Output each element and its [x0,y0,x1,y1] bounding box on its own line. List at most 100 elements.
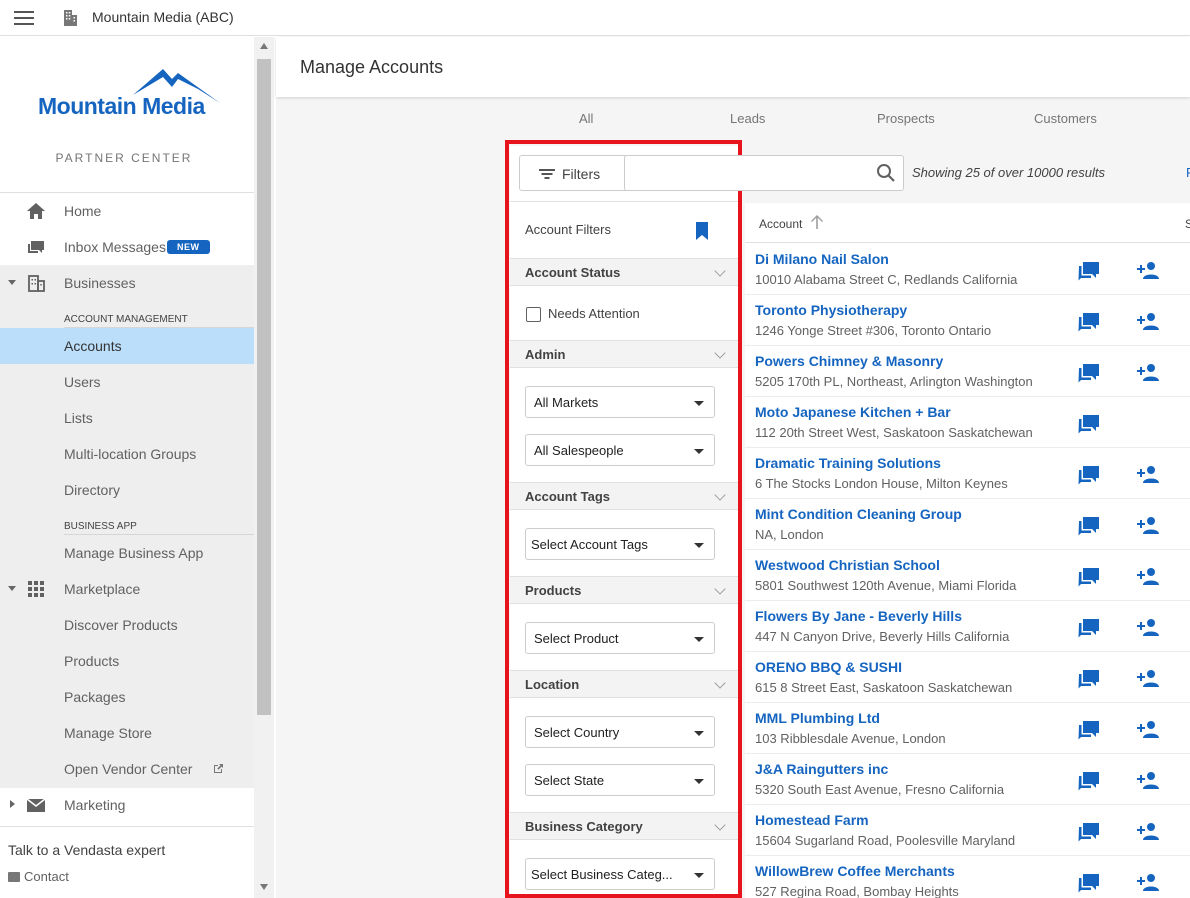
message-icon[interactable] [1078,872,1100,894]
tab-all[interactable]: All [579,111,593,126]
sidebar-item-open-vendor-center[interactable]: Open Vendor Center [0,751,254,787]
filters-button[interactable]: Filters [519,155,629,191]
bookmark-icon[interactable] [695,222,709,240]
message-icon[interactable] [1078,719,1100,741]
account-name-link[interactable]: Homestead Farm [755,812,869,828]
account-name-link[interactable]: Flowers By Jane - Beverly Hills [755,608,962,624]
section-business-category[interactable]: Business Category [510,812,738,840]
message-icon[interactable] [1078,311,1100,333]
nav-label: Users [64,374,101,390]
tab-prospects[interactable]: Prospects [877,111,935,126]
sidebar-item-businesses[interactable]: Businesses [0,265,254,301]
tab-customers[interactable]: Customers [1034,111,1097,126]
nav-label: Inbox Messages [64,239,166,255]
contact-link[interactable]: Contact [8,869,69,884]
account-name-link[interactable]: Moto Japanese Kitchen + Bar [755,404,951,420]
sidebar-item-lists[interactable]: Lists [0,400,254,436]
account-name-link[interactable]: Powers Chimney & Masonry [755,353,943,369]
scroll-down-icon[interactable] [260,884,268,890]
message-icon[interactable] [1078,464,1100,486]
tab-leads[interactable]: Leads [730,111,765,126]
message-icon[interactable] [1078,515,1100,537]
scrollbar-thumb[interactable] [257,59,271,715]
state-select[interactable]: Select State [525,764,715,796]
sidebar-item-marketing[interactable]: Marketing [0,787,254,823]
add-user-icon[interactable] [1136,821,1160,841]
search-box[interactable] [624,155,904,191]
message-icon[interactable] [1078,362,1100,384]
main-header: Manage Accounts [276,37,1190,97]
sidebar-item-multi-location-groups[interactable]: Multi-location Groups [0,436,254,472]
account-name-link[interactable]: Westwood Christian School [755,557,940,573]
account-name-link[interactable]: Mint Condition Cleaning Group [755,506,962,522]
markets-select[interactable]: All Markets [525,386,715,418]
add-user-icon[interactable] [1136,311,1160,331]
partial-link[interactable]: F [1186,165,1190,180]
section-account-tags[interactable]: Account Tags [510,482,738,510]
add-user-icon[interactable] [1136,719,1160,739]
product-select[interactable]: Select Product [525,622,715,654]
message-icon[interactable] [1078,617,1100,639]
account-name-link[interactable]: Toronto Physiotherapy [755,302,907,318]
country-select[interactable]: Select Country [525,716,715,748]
salespeople-select[interactable]: All Salespeople [525,434,715,466]
section-products[interactable]: Products [510,576,738,604]
account-name-link[interactable]: ORENO BBQ & SUSHI [755,659,902,675]
account-address: 615 8 Street East, Saskatoon Saskatchewa… [755,680,1013,695]
account-name-link[interactable]: WillowBrew Coffee Merchants [755,863,955,879]
add-user-icon[interactable] [1136,464,1160,484]
add-user-icon[interactable] [1136,260,1160,280]
sidebar-item-home[interactable]: Home [0,193,254,229]
scroll-up-icon[interactable] [260,43,268,49]
column-header-account[interactable]: Account [759,217,802,231]
account-tags-select[interactable]: Select Account Tags [525,528,715,560]
sidebar-item-discover-products[interactable]: Discover Products [0,607,254,643]
divider [510,201,738,202]
talk-to-expert-link[interactable]: Talk to a Vendasta expert [8,842,165,858]
search-icon[interactable] [876,163,896,183]
account-name-link[interactable]: Dramatic Training Solutions [755,455,941,471]
sidebar-scrollbar[interactable] [254,37,274,898]
caret-down-icon [8,280,16,285]
add-user-icon[interactable] [1136,362,1160,382]
table-row: J&A Raingutters inc 5320 South East Aven… [745,754,1190,805]
account-address: 10010 Alabama Street C, Redlands Califor… [755,272,1018,287]
add-user-icon[interactable] [1136,872,1160,892]
message-icon[interactable] [1078,260,1100,282]
account-name-link[interactable]: J&A Raingutters inc [755,761,888,777]
needs-attention-checkbox[interactable] [526,307,541,322]
sidebar-item-users[interactable]: Users [0,364,254,400]
menu-icon[interactable] [14,11,34,25]
add-user-icon[interactable] [1136,566,1160,586]
sidebar-item-accounts[interactable]: Accounts [0,328,254,364]
section-admin[interactable]: Admin [510,340,738,368]
search-input[interactable] [631,162,861,184]
business-category-select[interactable]: Select Business Categ... [525,858,715,890]
org-title[interactable]: Mountain Media (ABC) [92,9,234,25]
sidebar-item-products[interactable]: Products [0,643,254,679]
message-icon[interactable] [1078,821,1100,843]
add-user-icon[interactable] [1136,515,1160,535]
add-user-icon[interactable] [1136,617,1160,637]
section-account-status[interactable]: Account Status [510,258,738,286]
section-location[interactable]: Location [510,670,738,698]
message-icon[interactable] [1078,668,1100,690]
column-header-partial[interactable]: S [1185,217,1190,231]
section-title: Location [525,677,580,692]
sidebar-item-inbox[interactable]: Inbox Messages NEW [0,229,254,265]
account-name-link[interactable]: Di Milano Nail Salon [755,251,889,267]
sidebar-item-packages[interactable]: Packages [0,679,254,715]
sidebar-item-manage-business-app[interactable]: Manage Business App [0,535,254,571]
sidebar-item-marketplace[interactable]: Marketplace [0,571,254,607]
message-icon[interactable] [1078,413,1100,435]
add-user-icon[interactable] [1136,668,1160,688]
sidebar-item-manage-store[interactable]: Manage Store [0,715,254,751]
add-user-icon[interactable] [1136,770,1160,790]
account-name-link[interactable]: MML Plumbing Ltd [755,710,880,726]
table-row: MML Plumbing Ltd 103 Ribblesdale Avenue,… [745,703,1190,754]
message-icon[interactable] [1078,566,1100,588]
sidebar-item-directory[interactable]: Directory [0,472,254,508]
nav-label: Discover Products [64,617,178,633]
message-icon[interactable] [1078,770,1100,792]
arrow-up-icon[interactable] [810,214,824,230]
